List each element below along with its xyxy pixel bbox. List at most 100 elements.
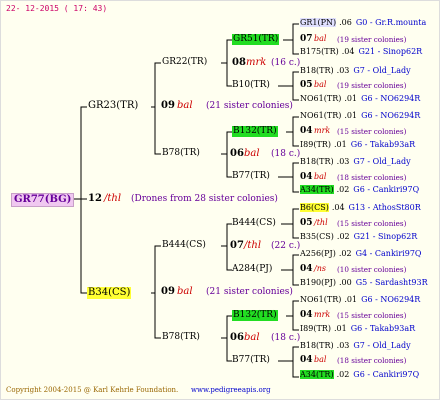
drone-row[interactable]: B175(TR) .04 G21 - Sinop62R bbox=[300, 48, 422, 56]
gen3-info-4: (18 sister colonies) bbox=[337, 173, 407, 182]
gen3-info-6: (10 sister colonies) bbox=[337, 265, 407, 274]
drone-year: .00 bbox=[338, 278, 352, 287]
drone-name: NO61(TR) bbox=[300, 295, 342, 304]
drone-year: .06 bbox=[339, 18, 352, 27]
gen3-mark-8: bal bbox=[314, 355, 327, 364]
drone-row[interactable]: B190(PJ) .00 G5 - Sardasht93R bbox=[300, 279, 428, 287]
gen3-queen-4[interactable]: B77(TR) bbox=[232, 172, 270, 181]
drone-name: A34(TR) bbox=[300, 370, 334, 379]
drone-name: B18(TR) bbox=[300, 157, 334, 166]
gen2-mark-4: bal bbox=[244, 332, 260, 343]
gen3-info-1: (19 sister colonies) bbox=[337, 35, 407, 44]
root-year: 12 bbox=[88, 193, 102, 204]
drone-row[interactable]: NO61(TR) .01 G6 - NO6294R bbox=[300, 112, 420, 120]
drone-row[interactable]: NO61(TR) .01 G6 - NO6294R bbox=[300, 95, 420, 103]
drone-year: .04 bbox=[341, 47, 355, 56]
drone-year: .02 bbox=[336, 370, 350, 379]
gen2-queen-2[interactable]: B78(TR) bbox=[162, 149, 200, 158]
gen3-mark-7: mrk bbox=[314, 310, 331, 319]
gen1-year-1: 09 bbox=[161, 100, 175, 111]
drone-year: .03 bbox=[336, 157, 350, 166]
drone-row[interactable]: GR1(PN) .06 G0 - Gr.R.mounta bbox=[300, 18, 427, 27]
drone-row[interactable]: A256(PJ) .02 G4 - Cankiri97Q bbox=[300, 250, 421, 258]
drone-source: G7 - Old_Lady bbox=[353, 66, 411, 75]
drone-row[interactable]: B35(CS) .02 G21 - Sinop62R bbox=[300, 233, 417, 241]
root-queen[interactable]: GR77(BG) bbox=[11, 193, 75, 207]
drone-row[interactable]: B18(TR) .03 G7 - Old_Lady bbox=[300, 342, 411, 350]
gen1-queen-1[interactable]: GR23(TR) bbox=[88, 101, 138, 111]
drone-source: G13 - AthosSt80R bbox=[348, 203, 421, 212]
gen3-mark-4: bal bbox=[314, 172, 327, 181]
drone-name: B6(CS) bbox=[300, 203, 329, 212]
drone-name: I89(TR) bbox=[300, 140, 331, 149]
gen3-queen-6[interactable]: A284(PJ) bbox=[232, 265, 272, 274]
drone-year: .01 bbox=[344, 111, 358, 120]
drone-source: G5 - Sardasht93R bbox=[355, 278, 428, 287]
drone-name: B175(TR) bbox=[300, 47, 339, 56]
drone-year: .01 bbox=[344, 94, 358, 103]
gen3-mark-1: bal bbox=[314, 34, 327, 43]
gen1-mark-1: bal bbox=[177, 100, 193, 111]
drone-year: .01 bbox=[333, 140, 347, 149]
drone-row[interactable]: A34(TR) .02 G6 - Cankiri97Q bbox=[300, 185, 419, 194]
drone-source: G0 - Gr.R.mounta bbox=[355, 18, 427, 27]
gen3-queen-7[interactable]: B132(TR) bbox=[232, 310, 278, 321]
drone-year: .04 bbox=[331, 203, 345, 212]
drone-source: G7 - Old_Lady bbox=[353, 157, 411, 166]
gen3-mark-6: /ns bbox=[314, 264, 326, 273]
site-link[interactable]: www.pedigreeapis.org bbox=[191, 386, 271, 394]
drone-name: B35(CS) bbox=[300, 232, 334, 241]
gen3-year-7: 04 bbox=[300, 310, 313, 320]
gen2-year-4: 06 bbox=[230, 332, 244, 343]
gen3-queen-2[interactable]: B10(TR) bbox=[232, 81, 270, 90]
drone-source: G7 - Old_Lady bbox=[353, 341, 411, 350]
gen3-info-7: (15 sister colonies) bbox=[337, 311, 407, 320]
drone-row[interactable]: A34(TR) .02 G6 - Cankiri97Q bbox=[300, 370, 420, 379]
drone-name: A34(TR) bbox=[300, 185, 334, 194]
gen3-year-8: 04 bbox=[300, 355, 313, 365]
drone-year: .02 bbox=[336, 185, 350, 194]
drone-name: B190(PJ) bbox=[300, 278, 336, 287]
gen2-year-3: 07 bbox=[230, 240, 244, 251]
gen3-year-4: 04 bbox=[300, 172, 313, 182]
drone-name: I89(TR) bbox=[300, 324, 331, 333]
gen2-info-1: (16 c.) bbox=[271, 58, 301, 68]
drone-row[interactable]: I89(TR) .01 G6 - Takab93aR bbox=[300, 141, 415, 149]
drone-name: B18(TR) bbox=[300, 341, 334, 350]
gen3-year-3: 04 bbox=[300, 126, 313, 136]
gen2-mark-1: mrk bbox=[246, 57, 267, 68]
drone-year: .03 bbox=[336, 66, 350, 75]
drone-source: G4 - Cankiri97Q bbox=[355, 249, 422, 258]
gen3-year-1: 07 bbox=[300, 34, 313, 44]
gen3-queen-5[interactable]: B444(CS) bbox=[232, 219, 276, 228]
gen2-mark-2: bal bbox=[244, 148, 260, 159]
gen3-queen-1[interactable]: GR51(TR) bbox=[232, 34, 280, 45]
gen3-mark-2: bal bbox=[314, 80, 327, 89]
gen2-queen-4[interactable]: B78(TR) bbox=[162, 333, 200, 342]
drone-row[interactable]: NO61(TR) .01 G6 - NO6294R bbox=[300, 296, 420, 304]
gen1-info-1: (21 sister colonies) bbox=[206, 101, 293, 111]
drone-row[interactable]: B18(TR) .03 G7 - Old_Lady bbox=[300, 158, 411, 166]
gen2-queen-3[interactable]: B444(CS) bbox=[162, 241, 206, 250]
drone-year: .02 bbox=[338, 249, 352, 258]
drone-name: NO61(TR) bbox=[300, 94, 342, 103]
drone-year: .01 bbox=[344, 295, 358, 304]
drone-row[interactable]: B6(CS) .04 G13 - AthosSt80R bbox=[300, 203, 421, 212]
drone-source: G6 - Cankiri97Q bbox=[353, 370, 420, 379]
drone-source: G6 - Takab93aR bbox=[350, 140, 416, 149]
gen3-mark-5: /thl bbox=[314, 218, 328, 227]
gen3-queen-8[interactable]: B77(TR) bbox=[232, 356, 270, 365]
drone-source: G21 - Sinop62R bbox=[358, 47, 423, 56]
gen2-mark-3: /thl bbox=[244, 240, 262, 251]
gen3-queen-3[interactable]: B132(TR) bbox=[232, 126, 278, 137]
drone-source: G6 - NO6294R bbox=[361, 94, 421, 103]
gen3-info-5: (15 sister colonies) bbox=[337, 219, 407, 228]
gen2-queen-1[interactable]: GR22(TR) bbox=[162, 58, 207, 67]
gen1-queen-2[interactable]: B34(CS) bbox=[87, 287, 132, 299]
drone-row[interactable]: I89(TR) .01 G6 - Takab93aR bbox=[300, 325, 415, 333]
gen3-info-8: (18 sister colonies) bbox=[337, 356, 407, 365]
drone-row[interactable]: B18(TR) .03 G7 - Old_Lady bbox=[300, 67, 411, 75]
drone-year: .02 bbox=[336, 232, 350, 241]
gen2-year-1: 08 bbox=[232, 57, 246, 68]
gen3-info-3: (15 sister colonies) bbox=[337, 127, 407, 136]
